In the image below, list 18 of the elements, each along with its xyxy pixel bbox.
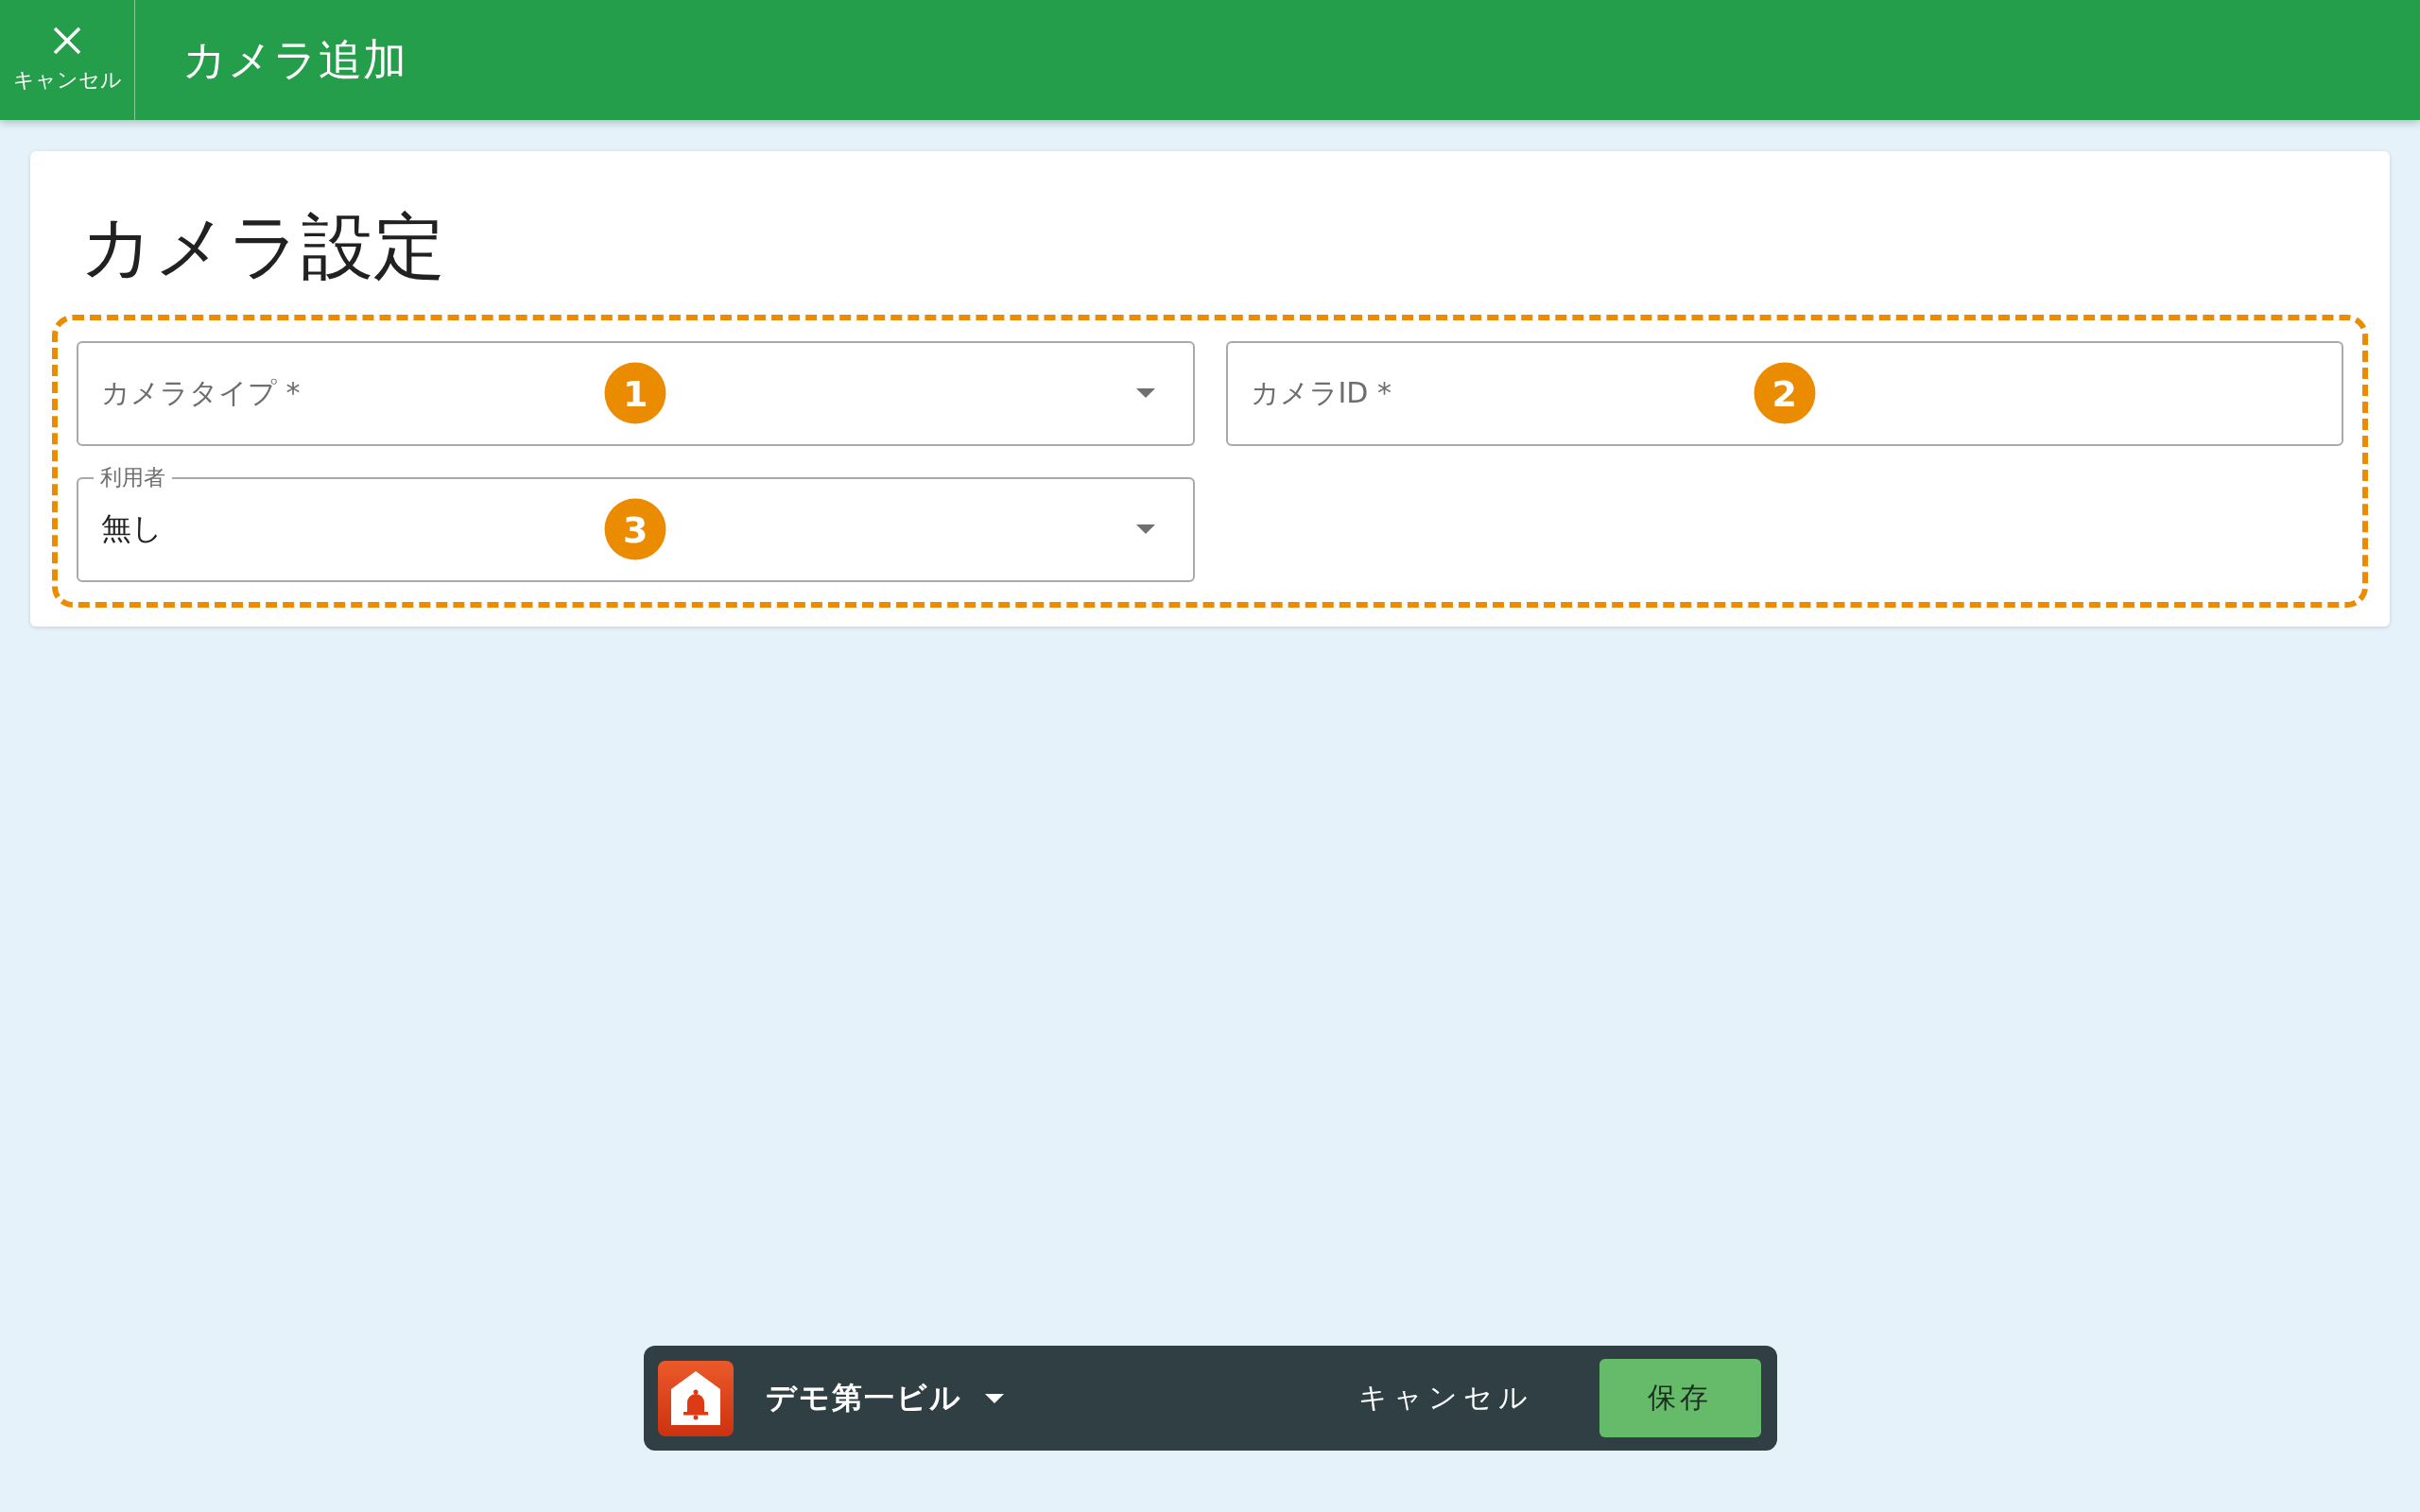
dropdown-field[interactable]: カメラタイプ * 1	[77, 340, 1195, 446]
save-button[interactable]: 保存	[1599, 1359, 1761, 1437]
field-label: カメラID *	[1250, 374, 1392, 411]
number-badge: 3	[604, 498, 666, 560]
page-title: カメラ追加	[182, 32, 407, 87]
text-field[interactable]: カメラID * 2	[1225, 340, 2343, 446]
cancel-button[interactable]: キャンセル	[0, 0, 135, 120]
close-icon	[53, 26, 81, 55]
house-bell-icon	[657, 1360, 734, 1436]
number-badge: 2	[1754, 362, 1816, 424]
section-title: カメラ設定	[79, 203, 446, 290]
caret-icon	[1135, 388, 1155, 399]
field-label: カメラタイプ *	[101, 374, 301, 411]
cancel-button[interactable]: キャンセル	[1357, 1379, 1533, 1418]
caret-icon	[1135, 524, 1155, 535]
caret-icon	[984, 1393, 1004, 1403]
building-selector[interactable]: デモ第一ビル	[765, 1377, 1004, 1419]
number-badge: 1	[604, 362, 666, 424]
